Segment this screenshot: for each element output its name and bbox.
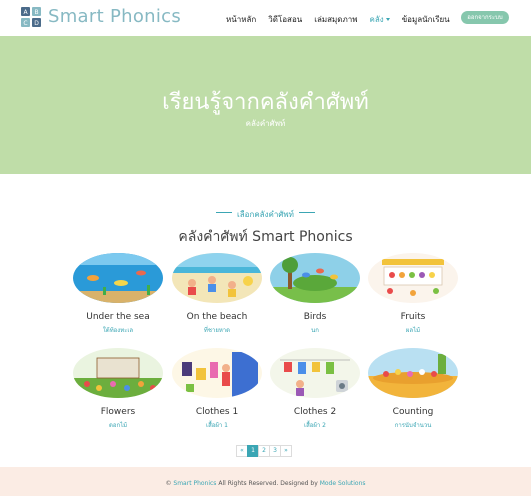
card-title: Counting — [392, 407, 434, 417]
hero-banner: เรียนรู้จากคลังคำศัพท์ คลังคำศัพท์ — [0, 36, 531, 174]
card-birds[interactable]: Birds นก — [269, 253, 361, 335]
card-subtitle: ผลไม้ — [405, 327, 421, 334]
card-subtitle: นก — [311, 327, 319, 334]
svg-text:D: D — [34, 20, 39, 27]
card-title: Clothes 1 — [195, 407, 239, 417]
counting-scene-icon[interactable] — [368, 348, 458, 398]
flowers-scene-icon[interactable] — [73, 348, 163, 398]
card-on-the-beach[interactable]: On the beach ที่ชายหาด — [171, 253, 263, 335]
footer: © Smart Phonics All Rights Reserved. Des… — [0, 467, 531, 496]
blocks-logo-icon[interactable]: A B C D — [20, 6, 42, 28]
card-clothes-1[interactable]: Clothes 1 เสื้อผ้า 1 — [171, 348, 263, 430]
nav-item-student-info[interactable]: ข้อมูลนักเรียน — [402, 13, 450, 26]
card-subtitle: ใต้ท้องทะเล — [102, 327, 134, 334]
card-subtitle: ที่ชายหาด — [203, 327, 231, 334]
card-subtitle: ดอกไม้ — [108, 422, 128, 429]
footer-designer-link[interactable]: Mode Solutions — [320, 480, 366, 487]
pagination-next[interactable]: » — [280, 445, 292, 457]
section-label: เลือกคลังคำศัพท์ — [237, 210, 294, 219]
card-subtitle: การนับจำนวน — [394, 422, 432, 429]
logout-button[interactable]: ออกจากระบบ — [461, 11, 509, 24]
beach-scene-icon[interactable] — [172, 253, 262, 303]
svg-text:B: B — [34, 9, 38, 16]
fruits-scene-icon[interactable] — [368, 253, 458, 303]
card-subtitle: เสื้อผ้า 2 — [304, 422, 326, 429]
chevron-down-icon — [385, 18, 390, 21]
card-title: Fruits — [400, 312, 426, 322]
svg-text:C: C — [23, 20, 27, 27]
hero-subtitle: คลังคำศัพท์ — [245, 119, 286, 128]
clothes-scene-icon[interactable] — [270, 348, 360, 398]
section-divider-right — [299, 212, 315, 213]
sea-scene-icon[interactable] — [73, 253, 163, 303]
nav-item-library[interactable]: คลัง — [370, 13, 390, 26]
copyright-icon: © — [165, 480, 172, 487]
pagination: « 1 2 3 » — [236, 445, 292, 457]
card-title: On the beach — [186, 312, 248, 322]
footer-copyright: © Smart Phonics All Rights Reserved. Des… — [0, 480, 531, 487]
card-title: Clothes 2 — [293, 407, 337, 417]
card-under-the-sea[interactable]: Under the sea ใต้ท้องทะเล — [72, 253, 164, 335]
brand-name[interactable]: Smart Phonics — [48, 6, 181, 27]
clothes-scene-icon[interactable] — [172, 348, 262, 398]
card-counting[interactable]: Counting การนับจำนวน — [367, 348, 459, 430]
nav-item-videos[interactable]: วิดีโอสอน — [268, 13, 302, 26]
footer-text: All Rights Reserved. Designed by — [218, 480, 318, 487]
nav-item-home[interactable]: หน้าหลัก — [226, 13, 256, 26]
birds-scene-icon[interactable] — [270, 253, 360, 303]
card-subtitle: เสื้อผ้า 1 — [206, 422, 228, 429]
card-title: Birds — [303, 312, 327, 322]
card-clothes-2[interactable]: Clothes 2 เสื้อผ้า 2 — [269, 348, 361, 430]
section-title: คลังคำศัพท์ Smart Phonics — [178, 229, 353, 245]
nav-item-picture-book[interactable]: เล่มสมุดภาพ — [314, 13, 357, 26]
card-title: Under the sea — [86, 312, 150, 322]
main-nav: หน้าหลัก วิดีโอสอน เล่มสมุดภาพ คลัง ข้อม… — [226, 13, 450, 26]
footer-brand-link[interactable]: Smart Phonics — [173, 480, 216, 487]
hero-title: เรียนรู้จากคลังคำศัพท์ — [162, 90, 369, 115]
navbar: A B C D Smart Phonics หน้าหลัก วิดีโอสอน… — [0, 0, 531, 36]
card-fruits[interactable]: Fruits ผลไม้ — [367, 253, 459, 335]
card-flowers[interactable]: Flowers ดอกไม้ — [72, 348, 164, 430]
nav-item-library-label: คลัง — [369, 15, 384, 24]
card-title: Flowers — [100, 407, 136, 417]
